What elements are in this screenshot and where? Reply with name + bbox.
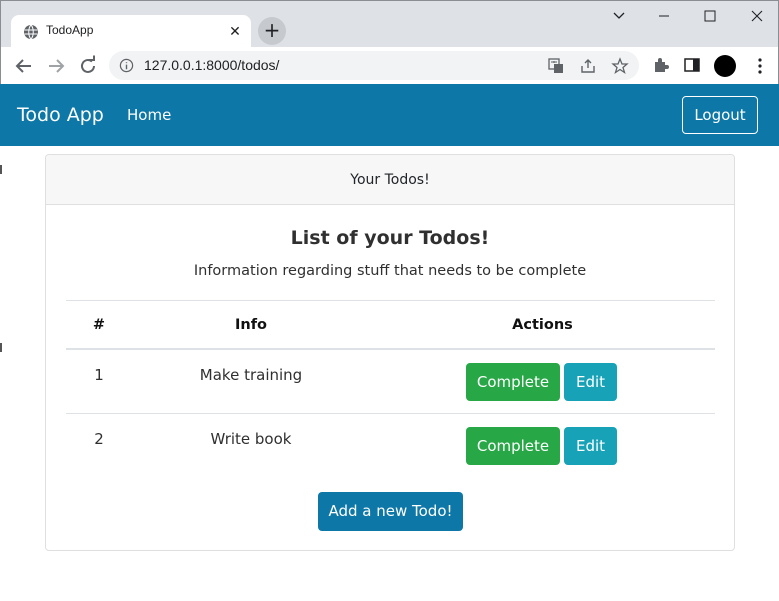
card-subtitle: Information regarding stuff that needs t… <box>193 263 587 279</box>
table-row: 1 Make training Complete Edit <box>66 350 715 413</box>
browser-toolbar: 127.0.0.1:8000/todos/ <box>1 47 778 85</box>
home-link[interactable]: Home <box>127 106 171 124</box>
table-header-row: # Info Actions <box>66 300 715 350</box>
complete-button[interactable]: Complete <box>466 363 560 401</box>
app-navbar: Todo App Home Logout <box>0 84 779 146</box>
column-header-actions: Actions <box>512 317 573 333</box>
translate-icon[interactable] <box>547 57 565 75</box>
edge-mark <box>0 343 2 352</box>
info-icon[interactable] <box>119 58 134 73</box>
back-arrow-icon[interactable] <box>12 54 36 78</box>
address-bar[interactable]: 127.0.0.1:8000/todos/ <box>109 51 639 80</box>
url-text[interactable]: 127.0.0.1:8000/todos/ <box>144 57 279 73</box>
chevron-down-icon[interactable] <box>604 5 634 27</box>
side-panel-icon[interactable] <box>683 56 701 74</box>
complete-button[interactable]: Complete <box>466 427 560 465</box>
minimize-icon[interactable] <box>649 5 679 27</box>
forward-arrow-icon[interactable] <box>44 54 68 78</box>
column-header-number: # <box>92 317 106 333</box>
todos-card: Your Todos! List of your Todos! Informat… <box>45 154 735 551</box>
tab-close-icon[interactable]: ✕ <box>227 24 243 40</box>
column-header-info: Info <box>235 317 267 333</box>
browser-tab[interactable]: TodoApp ✕ <box>11 15 251 48</box>
browser-chrome: TodoApp ✕ + 127.0.0.1:8000/todos/ <box>0 0 779 85</box>
reload-icon[interactable] <box>76 54 100 78</box>
table-row: 2 Write book Complete Edit <box>66 413 715 476</box>
edge-mark <box>0 165 2 174</box>
card-title: List of your Todos! <box>290 227 490 249</box>
todo-info: Make training <box>199 366 303 384</box>
share-icon[interactable] <box>579 57 597 75</box>
globe-icon <box>24 24 38 40</box>
todo-number: 1 <box>94 366 104 384</box>
edit-button[interactable]: Edit <box>564 363 617 401</box>
profile-avatar[interactable] <box>714 55 736 77</box>
todo-number: 2 <box>94 430 104 448</box>
close-window-icon[interactable] <box>742 5 772 27</box>
tab-title: TodoApp <box>46 23 94 37</box>
card-header: Your Todos! <box>46 155 734 205</box>
todo-table: # Info Actions 1 Make training Complete … <box>66 300 715 476</box>
star-icon[interactable] <box>611 57 629 75</box>
navbar-brand[interactable]: Todo App <box>17 104 104 126</box>
maximize-icon[interactable] <box>695 5 725 27</box>
add-todo-button[interactable]: Add a new Todo! <box>318 492 463 531</box>
logout-button[interactable]: Logout <box>682 96 758 134</box>
tab-strip: TodoApp ✕ + <box>1 1 778 48</box>
edit-button[interactable]: Edit <box>564 427 617 465</box>
new-tab-button[interactable]: + <box>258 17 286 45</box>
extensions-icon[interactable] <box>652 56 670 74</box>
more-menu-icon[interactable] <box>753 56 767 76</box>
todo-info: Write book <box>210 430 292 448</box>
